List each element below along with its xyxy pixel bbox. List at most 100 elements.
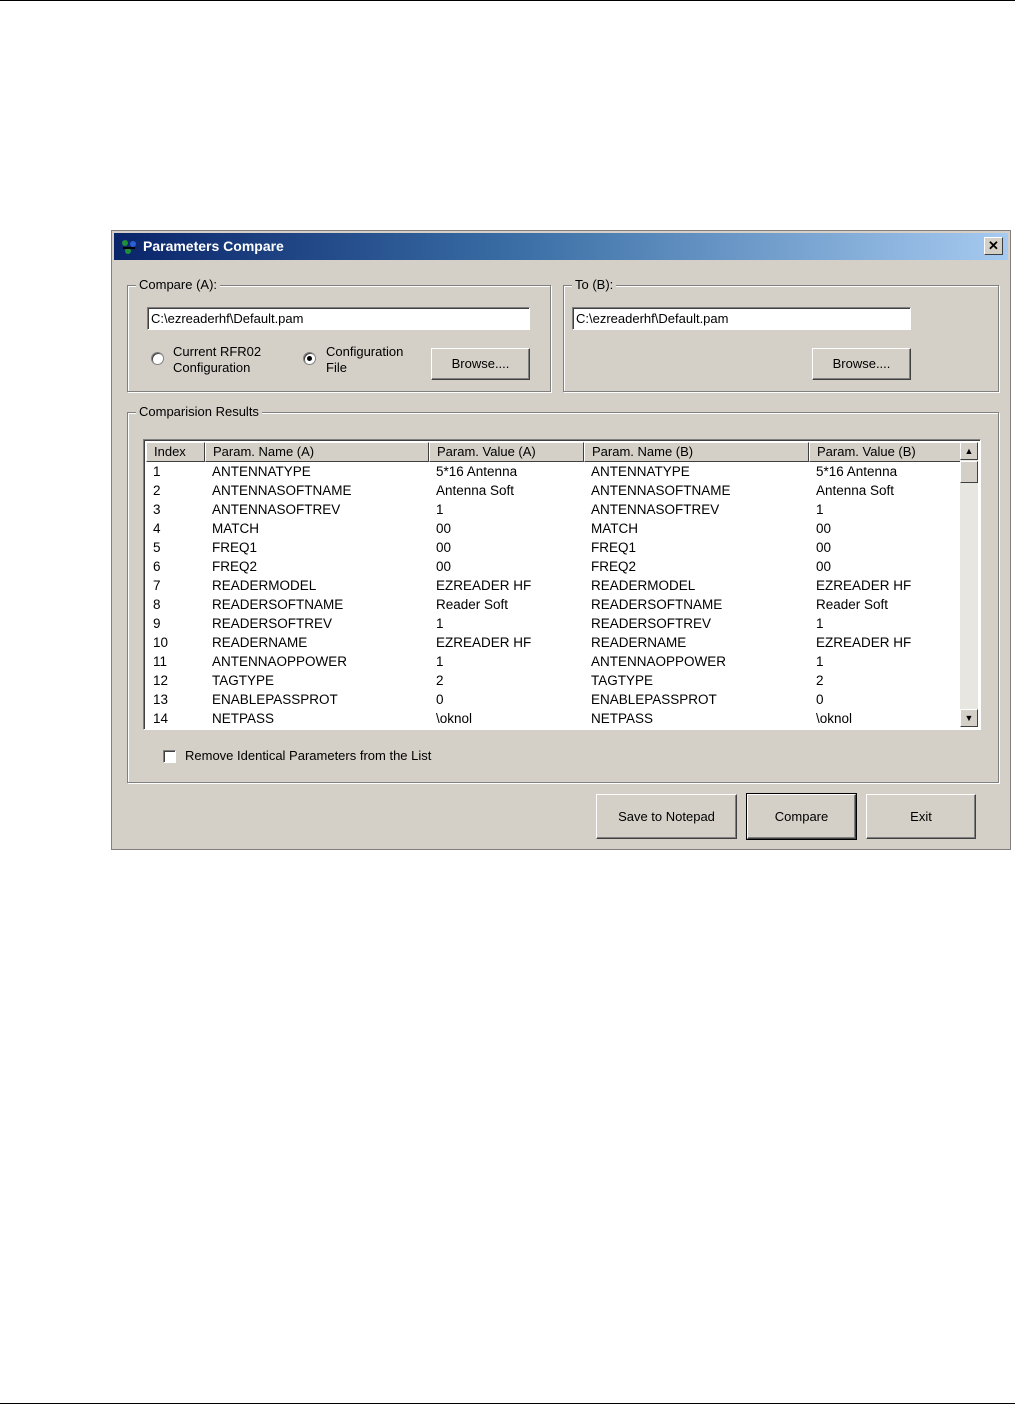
table-cell: FREQ2	[212, 559, 258, 574]
table-cell: READERMODEL	[212, 578, 317, 593]
table-cell: READERNAME	[212, 635, 308, 650]
table-cell: NETPASS	[591, 711, 654, 726]
table-cell: EZREADER HF	[436, 635, 532, 650]
comparison-results-legend: Comparision Results	[136, 404, 262, 419]
radio-file-label[interactable]: Configuration File	[326, 344, 403, 376]
radio-file-label-line2: File	[326, 360, 347, 375]
table-cell: 1	[153, 464, 161, 479]
table-cell: 00	[436, 540, 452, 555]
column-header-value-b[interactable]: Param. Value (B)	[809, 442, 961, 462]
table-cell: MATCH	[591, 521, 638, 536]
compare-a-path-input[interactable]: C:\ezreaderhf\Default.pam	[147, 307, 530, 330]
table-cell: 10	[153, 635, 169, 650]
column-header-name-b[interactable]: Param. Name (B)	[584, 442, 809, 462]
table-cell: TAGTYPE	[212, 673, 275, 688]
table-row[interactable]: 7 READERMODEL EZREADER HF READERMODEL EZREAD…	[146, 576, 961, 595]
table-cell: ANTENNASOFTREV	[591, 502, 720, 517]
results-vertical-scrollbar[interactable]: ▲ ▼	[960, 442, 978, 727]
table-cell: READERSOFTNAME	[591, 597, 723, 612]
save-to-notepad-button[interactable]: Save to Notepad	[596, 794, 737, 839]
table-cell: FREQ1	[212, 540, 258, 555]
table-row[interactable]: 4 MATCH 00 MATCH 00	[146, 519, 961, 538]
to-b-path-input[interactable]: C:\ezreaderhf\Default.pam	[572, 307, 911, 330]
table-cell: Reader Soft	[816, 597, 889, 612]
browse-a-button[interactable]: Browse....	[431, 348, 530, 380]
remove-identical-label[interactable]: Remove Identical Parameters from the Lis…	[185, 748, 431, 764]
table-row[interactable]: 10 READERNAME EZREADER HF READERNAME EZREADE…	[146, 633, 961, 652]
radio-selected-dot	[307, 356, 312, 361]
table-cell: 00	[816, 540, 832, 555]
table-cell: 5*16 Antenna	[436, 464, 518, 479]
table-row[interactable]: 11 ANTENNAOPPOWER 1 ANTENNAOPPOWER 1	[146, 652, 961, 671]
table-cell: Antenna Soft	[436, 483, 515, 498]
table-cell: 14	[153, 711, 169, 726]
radio-current-label[interactable]: Current RFR02 Configuration	[173, 344, 261, 376]
table-cell: READERSOFTREV	[212, 616, 333, 631]
page-bottom-rule	[0, 1403, 1015, 1404]
close-icon: ✕	[988, 238, 999, 253]
table-cell: 0	[816, 692, 824, 707]
table-cell: 2	[436, 673, 444, 688]
table-cell: 6	[153, 559, 161, 574]
exit-button[interactable]: Exit	[866, 794, 976, 839]
table-cell: 1	[816, 502, 824, 517]
close-button[interactable]: ✕	[984, 237, 1003, 255]
table-cell: 11	[153, 654, 168, 669]
table-cell: FREQ1	[591, 540, 637, 555]
table-cell: 13	[153, 692, 169, 707]
table-cell: 2	[153, 483, 161, 498]
table-cell: EZREADER HF	[816, 578, 912, 593]
table-row[interactable]: 2 ANTENNASOFTNAME Antenna Soft ANTENNASOFTN…	[146, 481, 961, 500]
column-header-index[interactable]: Index	[146, 442, 205, 462]
table-row[interactable]: 13 ENABLEPASSPROT 0 ENABLEPASSPROT 0	[146, 690, 961, 709]
table-cell: TAGTYPE	[591, 673, 654, 688]
page-top-rule	[0, 0, 1015, 1]
table-row[interactable]: 8 READERSOFTNAME Reader Soft READERSOFTNAME…	[146, 595, 961, 614]
table-cell: READERSOFTNAME	[212, 597, 344, 612]
table-row[interactable]: 5 FREQ1 00 FREQ1 00	[146, 538, 961, 557]
table-cell: EZREADER HF	[436, 578, 532, 593]
scroll-up-icon[interactable]: ▲	[960, 442, 978, 460]
table-cell: FREQ2	[591, 559, 637, 574]
scroll-thumb[interactable]	[960, 461, 978, 483]
to-b-legend: To (B):	[572, 277, 617, 292]
table-cell: \oknol	[816, 711, 853, 726]
browse-b-button[interactable]: Browse....	[812, 348, 911, 380]
table-cell: NETPASS	[212, 711, 275, 726]
table-cell: EZREADER HF	[816, 635, 912, 650]
table-cell: 8	[153, 597, 161, 612]
table-cell: 1	[816, 654, 824, 669]
app-icon	[122, 240, 136, 254]
radio-configuration-file[interactable]	[303, 352, 316, 365]
table-cell: ANTENNATYPE	[591, 464, 690, 479]
table-cell: 00	[816, 559, 832, 574]
parameters-compare-window: Parameters Compare ✕ Compare (A): C:\ezr…	[111, 230, 1011, 850]
to-b-group: To (B):	[563, 277, 999, 392]
table-cell: READERNAME	[591, 635, 687, 650]
radio-current-configuration[interactable]	[151, 352, 164, 365]
results-list-view[interactable]: Index Param. Name (A) Param. Value (A) P…	[143, 439, 981, 730]
table-cell: 1	[816, 616, 824, 631]
results-header: Index Param. Name (A) Param. Value (A) P…	[146, 442, 961, 462]
table-cell: 12	[153, 673, 169, 688]
table-row[interactable]: 6 FREQ2 00 FREQ2 00	[146, 557, 961, 576]
radio-file-label-line1: Configuration	[326, 344, 404, 359]
table-cell: MATCH	[212, 521, 259, 536]
compare-button[interactable]: Compare	[746, 793, 857, 840]
table-cell: 1	[436, 616, 444, 631]
table-row[interactable]: 1 ANTENNATYPE 5*16 Antenna ANTENNATYPE 5*16 …	[146, 462, 961, 481]
table-cell: ENABLEPASSPROT	[212, 692, 338, 707]
table-row[interactable]: 12 TAGTYPE 2 TAGTYPE 2	[146, 671, 961, 690]
table-row[interactable]: 9 READERSOFTREV 1 READERSOFTREV 1	[146, 614, 961, 633]
title-bar[interactable]: Parameters Compare ✕	[114, 233, 1008, 260]
table-cell: 00	[436, 559, 452, 574]
table-cell: READERSOFTREV	[591, 616, 712, 631]
scroll-down-icon[interactable]: ▼	[960, 709, 978, 727]
table-cell: READERMODEL	[591, 578, 696, 593]
remove-identical-checkbox[interactable]	[163, 750, 176, 763]
column-header-name-a[interactable]: Param. Name (A)	[205, 442, 429, 462]
table-row[interactable]: 3 ANTENNASOFTREV 1 ANTENNASOFTREV 1	[146, 500, 961, 519]
table-cell: ANTENNASOFTREV	[212, 502, 341, 517]
table-row[interactable]: 14 NETPASS \oknol NETPASS \oknol	[146, 709, 961, 728]
column-header-value-a[interactable]: Param. Value (A)	[429, 442, 584, 462]
